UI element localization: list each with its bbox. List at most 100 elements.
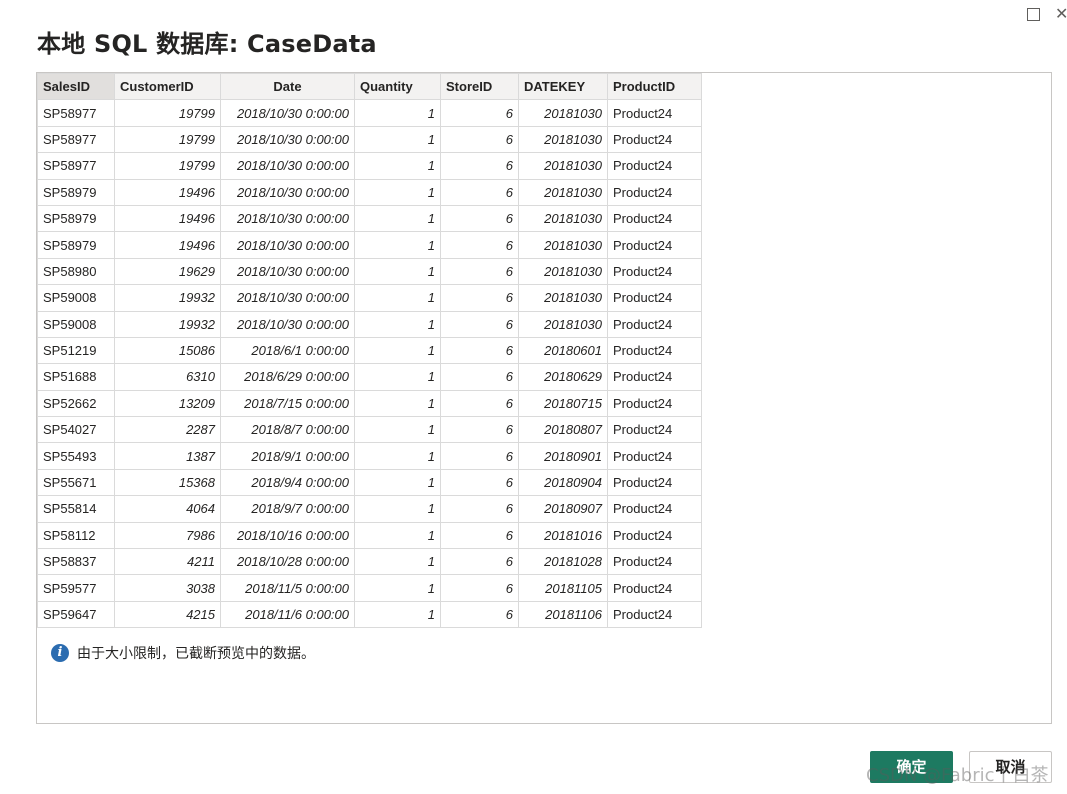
cell-productid: Product24: [607, 231, 702, 259]
cell-datekey: 20181030: [518, 204, 608, 233]
info-icon: i: [51, 644, 69, 662]
column-header-storeid[interactable]: StoreID: [440, 72, 519, 101]
cell-customerid: 19629: [114, 257, 221, 286]
table-header-row: SalesID CustomerID Date Quantity StoreID…: [37, 72, 702, 101]
cell-quantity: 1: [354, 336, 441, 365]
cell-storeid: 6: [440, 99, 519, 127]
column-header-productid[interactable]: ProductID: [607, 72, 702, 101]
cell-productid: Product24: [607, 152, 702, 180]
cell-quantity: 1: [354, 178, 441, 206]
cell-quantity: 1: [354, 548, 441, 576]
cell-customerid: 15086: [114, 336, 221, 365]
cell-datekey: 20180601: [518, 336, 608, 365]
cell-date: 2018/9/4 0:00:00: [220, 468, 355, 497]
cell-salesid: SP59008: [37, 284, 115, 312]
cell-productid: Product24: [607, 363, 702, 391]
cell-productid: Product24: [607, 389, 702, 418]
cell-quantity: 1: [354, 521, 441, 550]
cell-productid: Product24: [607, 125, 702, 154]
cell-date: 2018/11/5 0:00:00: [220, 574, 355, 602]
cell-customerid: 19932: [114, 284, 221, 312]
table-row: SP55493 1387 2018/9/1 0:00:00 1 6 20180901 Pro…: [37, 442, 702, 470]
cell-salesid: SP59647: [37, 600, 115, 629]
cell-datekey: 20180807: [518, 416, 608, 444]
cell-date: 2018/9/1 0:00:00: [220, 442, 355, 470]
cell-productid: Product24: [607, 548, 702, 576]
cell-quantity: 1: [354, 442, 441, 470]
cell-datekey: 20180629: [518, 363, 608, 391]
cell-customerid: 19496: [114, 204, 221, 233]
cell-datekey: 20181030: [518, 310, 608, 338]
cell-salesid: SP58112: [37, 521, 115, 550]
cell-date: 2018/10/30 0:00:00: [220, 152, 355, 180]
cell-productid: Product24: [607, 521, 702, 550]
cell-storeid: 6: [440, 310, 519, 338]
cell-date: 2018/10/30 0:00:00: [220, 178, 355, 206]
cell-salesid: SP59008: [37, 310, 115, 338]
table-row: SP59647 4215 2018/11/6 0:00:00 1 6 20181106 Pr…: [37, 600, 702, 629]
cell-quantity: 1: [354, 204, 441, 233]
cell-salesid: SP51219: [37, 336, 115, 365]
cell-productid: Product24: [607, 600, 702, 629]
cell-storeid: 6: [440, 389, 519, 418]
cell-storeid: 6: [440, 442, 519, 470]
cell-datekey: 20181106: [518, 600, 608, 629]
table-row: SP59008 19932 2018/10/30 0:00:00 1 6 20181030…: [37, 310, 702, 338]
ok-button[interactable]: 确定: [870, 751, 953, 783]
cell-customerid: 19799: [114, 152, 221, 180]
table-row: SP58977 19799 2018/10/30 0:00:00 1 6 20181030…: [37, 125, 702, 154]
cell-storeid: 6: [440, 468, 519, 497]
table-row: SP58979 19496 2018/10/30 0:00:00 1 6 20181030…: [37, 178, 702, 206]
column-header-datekey[interactable]: DATEKEY: [518, 72, 608, 101]
cell-date: 2018/7/15 0:00:00: [220, 389, 355, 418]
cell-storeid: 6: [440, 257, 519, 286]
cell-customerid: 19799: [114, 99, 221, 127]
table-row: SP58977 19799 2018/10/30 0:00:00 1 6 20181030…: [37, 152, 702, 180]
column-header-date[interactable]: Date: [220, 72, 355, 101]
maximize-icon[interactable]: [1023, 4, 1043, 24]
cell-quantity: 1: [354, 600, 441, 629]
cell-productid: Product24: [607, 574, 702, 602]
cell-customerid: 19799: [114, 125, 221, 154]
cell-quantity: 1: [354, 99, 441, 127]
cell-customerid: 2287: [114, 416, 221, 444]
close-icon[interactable]: ✕: [1055, 4, 1067, 24]
cancel-button[interactable]: 取消: [969, 751, 1052, 783]
cell-storeid: 6: [440, 125, 519, 154]
cell-quantity: 1: [354, 363, 441, 391]
cell-storeid: 6: [440, 152, 519, 180]
cell-date: 2018/6/29 0:00:00: [220, 363, 355, 391]
cell-customerid: 19932: [114, 310, 221, 338]
cell-salesid: SP59577: [37, 574, 115, 602]
dialog-title: 本地 SQL 数据库: CaseData: [37, 30, 377, 58]
cell-datekey: 20180715: [518, 389, 608, 418]
table-row: SP51688 6310 2018/6/29 0:00:00 1 6 20180629 Pr…: [37, 363, 702, 391]
cell-quantity: 1: [354, 495, 441, 523]
cell-storeid: 6: [440, 284, 519, 312]
column-header-customerid[interactable]: CustomerID: [114, 72, 221, 101]
table-row: SP59008 19932 2018/10/30 0:00:00 1 6 20181030…: [37, 284, 702, 312]
cell-salesid: SP58977: [37, 125, 115, 154]
column-header-salesid[interactable]: SalesID: [37, 72, 115, 101]
cell-quantity: 1: [354, 284, 441, 312]
cell-date: 2018/11/6 0:00:00: [220, 600, 355, 629]
cell-datekey: 20181030: [518, 178, 608, 206]
cell-date: 2018/10/30 0:00:00: [220, 257, 355, 286]
cell-date: 2018/6/1 0:00:00: [220, 336, 355, 365]
cell-salesid: SP58977: [37, 152, 115, 180]
column-header-quantity[interactable]: Quantity: [354, 72, 441, 101]
cell-customerid: 19496: [114, 231, 221, 259]
cell-quantity: 1: [354, 125, 441, 154]
cell-datekey: 20181030: [518, 284, 608, 312]
cell-date: 2018/10/30 0:00:00: [220, 231, 355, 259]
cell-storeid: 6: [440, 495, 519, 523]
table-row: SP58979 19496 2018/10/30 0:00:00 1 6 20181030…: [37, 204, 702, 233]
cell-quantity: 1: [354, 468, 441, 497]
cell-quantity: 1: [354, 389, 441, 418]
table-row: SP58112 7986 2018/10/16 0:00:00 1 6 20181016 P…: [37, 521, 702, 550]
cell-storeid: 6: [440, 363, 519, 391]
cell-date: 2018/10/28 0:00:00: [220, 548, 355, 576]
cell-productid: Product24: [607, 416, 702, 444]
cell-quantity: 1: [354, 574, 441, 602]
cell-customerid: 4215: [114, 600, 221, 629]
